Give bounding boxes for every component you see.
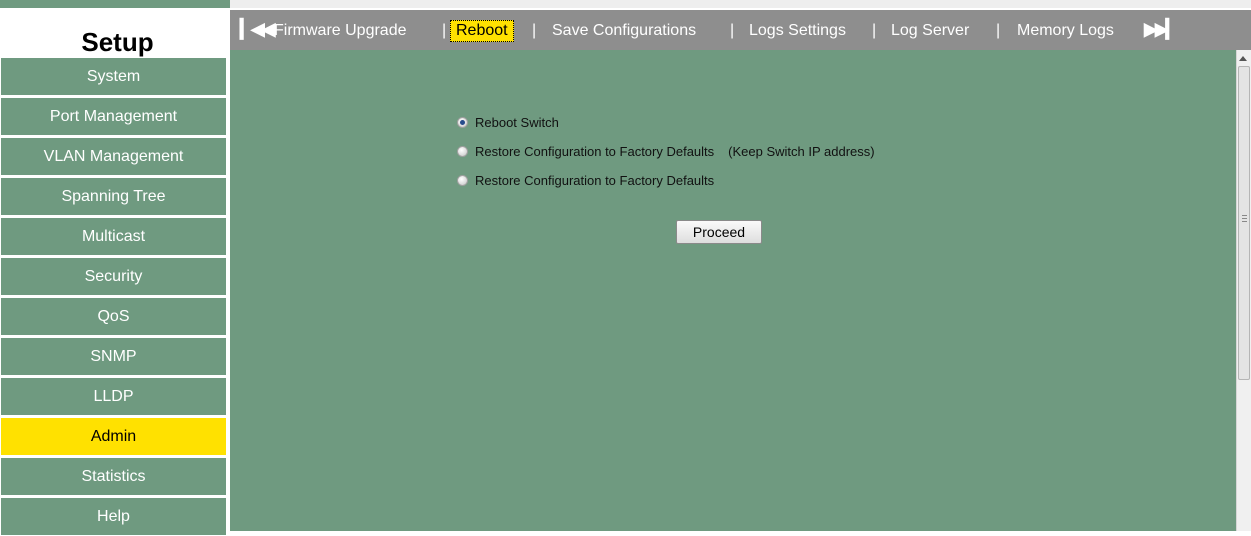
- tab-separator: |: [730, 22, 735, 39]
- sidebar-item-vlan-management[interactable]: VLAN Management: [0, 137, 228, 175]
- sidebar-item-snmp[interactable]: SNMP: [0, 337, 228, 375]
- grip-icon: [1242, 215, 1247, 223]
- proceed-button[interactable]: Proceed: [676, 220, 762, 244]
- skip-to-first-icon[interactable]: ▎◀◀: [240, 19, 275, 40]
- option-reboot-switch[interactable]: Reboot Switch: [457, 113, 559, 131]
- option-note: (Keep Switch IP address): [728, 143, 875, 159]
- sidebar-item-statistics[interactable]: Statistics: [0, 457, 228, 495]
- option-label: Restore Configuration to Factory Default…: [475, 172, 715, 188]
- top-strip-left: [0, 0, 230, 8]
- tab-separator: |: [996, 22, 1001, 39]
- sidebar: Setup System Port Management VLAN Manage…: [0, 14, 230, 535]
- sidebar-item-admin[interactable]: Admin: [0, 417, 228, 455]
- sidebar-item-lldp[interactable]: LLDP: [0, 377, 228, 415]
- sidebar-item-spanning-tree[interactable]: Spanning Tree: [0, 177, 228, 215]
- option-label: Reboot Switch: [475, 114, 559, 130]
- tab-firmware-upgrade[interactable]: Firmware Upgrade: [274, 22, 406, 40]
- tab-memory-logs[interactable]: Memory Logs: [1017, 22, 1114, 40]
- tab-separator: |: [442, 22, 447, 39]
- tab-separator: |: [532, 22, 537, 39]
- top-strip: [0, 0, 1251, 8]
- reboot-switch-radio[interactable]: [457, 116, 468, 128]
- tab-reboot[interactable]: Reboot: [450, 20, 514, 42]
- top-strip-right: [230, 0, 1251, 8]
- option-label: Restore Configuration to Factory Default…: [475, 143, 715, 159]
- scroll-up-arrow-icon[interactable]: [1239, 56, 1247, 61]
- option-restore-keep-ip[interactable]: Restore Configuration to Factory Default…: [457, 142, 875, 160]
- tab-logs-settings[interactable]: Logs Settings: [749, 22, 846, 40]
- sidebar-item-security[interactable]: Security: [0, 257, 228, 295]
- restore-keep-ip-radio[interactable]: [457, 145, 468, 157]
- restore-factory-radio[interactable]: [457, 174, 468, 186]
- option-restore-factory[interactable]: Restore Configuration to Factory Default…: [457, 171, 714, 189]
- tab-bar: ▎◀◀ Firmware Upgrade | Reboot | Save Con…: [230, 10, 1251, 50]
- sidebar-item-multicast[interactable]: Multicast: [0, 217, 228, 255]
- tab-separator: |: [872, 22, 877, 39]
- sidebar-item-system[interactable]: System: [0, 57, 228, 95]
- sidebar-title: Setup: [8, 22, 227, 60]
- sidebar-item-help[interactable]: Help: [0, 497, 228, 535]
- tab-log-server[interactable]: Log Server: [891, 22, 969, 40]
- main-panel: Reboot Switch Restore Configuration to F…: [230, 50, 1236, 531]
- skip-to-last-icon[interactable]: ▶▶▎: [1144, 19, 1179, 40]
- vertical-scrollbar[interactable]: [1236, 50, 1251, 531]
- sidebar-item-port-management[interactable]: Port Management: [0, 97, 228, 135]
- sidebar-item-qos[interactable]: QoS: [0, 297, 228, 335]
- tab-save-configurations[interactable]: Save Configurations: [552, 22, 696, 40]
- scrollbar-thumb[interactable]: [1238, 66, 1250, 380]
